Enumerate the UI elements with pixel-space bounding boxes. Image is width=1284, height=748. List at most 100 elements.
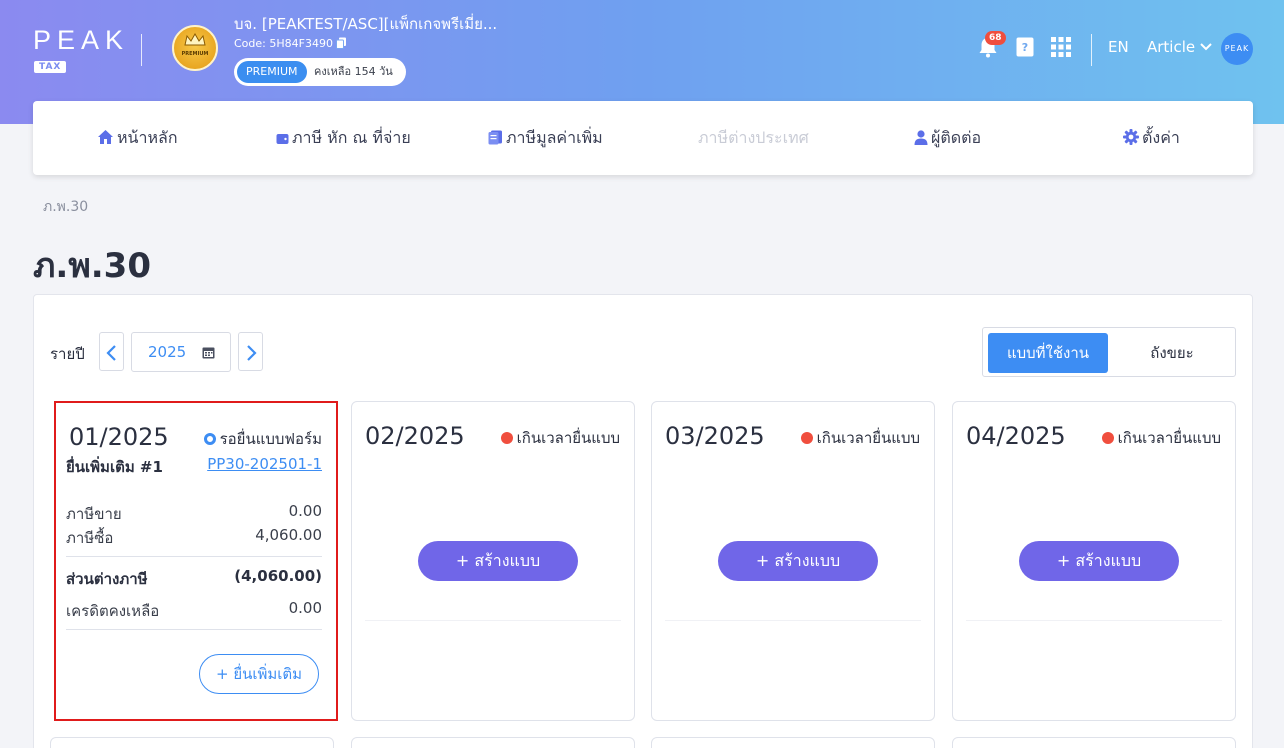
status-badge: รอยื่นแบบฟอร์ม bbox=[203, 427, 322, 451]
user-icon bbox=[914, 130, 928, 145]
row-value: 4,060.00 bbox=[255, 526, 322, 544]
plus-icon: + bbox=[1056, 551, 1076, 570]
home-icon bbox=[98, 130, 113, 144]
button-label: สร้างแบบ bbox=[474, 551, 541, 570]
card-subtitle: ยื่นเพิ่มเติม #1 bbox=[66, 458, 163, 476]
purchase-tax-row: ภาษีซื้อ 4,060.00 bbox=[66, 526, 322, 550]
row-label: ภาษีซื้อ bbox=[66, 529, 114, 547]
status-dot bbox=[203, 433, 216, 445]
nav-item-wht[interactable]: ภาษี หัก ณ ที่จ่าย bbox=[276, 101, 411, 175]
company-logo[interactable]: PREMIUM bbox=[172, 25, 218, 71]
nav-label: ภาษีมูลค่าเพิ่ม bbox=[506, 128, 603, 147]
copy-icon[interactable] bbox=[336, 37, 347, 49]
next-year-button[interactable] bbox=[238, 332, 263, 371]
month-card[interactable] bbox=[651, 737, 935, 748]
divider bbox=[365, 620, 621, 621]
create-form-button[interactable]: + สร้างแบบ bbox=[718, 541, 878, 581]
status-badge: เกินเวลายื่นแบบ bbox=[500, 426, 620, 450]
month-card[interactable]: 02/2025 เกินเวลายื่นแบบ + สร้างแบบ bbox=[351, 401, 635, 721]
status-badge: เกินเวลายื่นแบบ bbox=[1101, 426, 1221, 450]
month-card[interactable]: 01/2025 รอยื่นแบบฟอร์ม ยื่นเพิ่มเติม #1 … bbox=[54, 401, 338, 721]
peak-logo[interactable]: PEAK TAX bbox=[33, 26, 129, 73]
main-nav: หน้าหลัก ภาษี หัก ณ ที่จ่าย ภาษีมูลค่าเพ… bbox=[33, 101, 1253, 175]
card-month: 04/2025 bbox=[966, 422, 1066, 450]
nav-label: ภาษี หัก ณ ที่จ่าย bbox=[292, 128, 411, 147]
page-title: ภ.พ.30 bbox=[33, 246, 151, 286]
row-label: เครดิตคงเหลือ bbox=[66, 602, 160, 620]
notification-badge: 68 bbox=[985, 31, 1006, 45]
month-card[interactable]: 04/2025 เกินเวลายื่นแบบ + สร้างแบบ bbox=[952, 401, 1236, 721]
user-menu[interactable]: Article bbox=[1147, 38, 1195, 56]
button-label: สร้างแบบ bbox=[774, 551, 841, 570]
tab-trash[interactable]: ถังขยะ bbox=[1112, 333, 1232, 373]
divider bbox=[665, 620, 921, 621]
header-divider bbox=[141, 34, 142, 66]
row-value: (4,060.00) bbox=[234, 567, 322, 585]
card-month: 02/2025 bbox=[365, 422, 465, 450]
button-label: ยื่นเพิ่มเติม bbox=[233, 665, 303, 683]
month-card[interactable]: 03/2025 เกินเวลายื่นแบบ + สร้างแบบ bbox=[651, 401, 935, 721]
create-form-button[interactable]: + สร้างแบบ bbox=[1019, 541, 1179, 581]
status-dot bbox=[500, 432, 513, 444]
row-label: ส่วนต่างภาษี bbox=[66, 570, 148, 588]
avatar[interactable]: PEAK bbox=[1221, 33, 1253, 65]
nav-label: ตั้งค่า bbox=[1142, 128, 1180, 147]
sales-tax-row: ภาษีขาย 0.00 bbox=[66, 502, 322, 526]
year-value: 2025 bbox=[148, 343, 187, 361]
language-switch[interactable]: EN bbox=[1108, 38, 1129, 56]
plus-icon: + bbox=[455, 551, 475, 570]
card-month: 01/2025 bbox=[69, 423, 169, 451]
row-label: ภาษีขาย bbox=[66, 505, 122, 523]
breadcrumb[interactable]: ภ.พ.30 bbox=[43, 196, 88, 218]
nav-label: ผู้ติดต่อ bbox=[931, 128, 982, 147]
prev-year-button[interactable] bbox=[99, 332, 124, 371]
logo-tax-tag: TAX bbox=[34, 61, 67, 73]
apps-grid-icon[interactable] bbox=[1051, 37, 1071, 57]
tab-active-forms[interactable]: แบบที่ใช้งาน bbox=[988, 333, 1108, 373]
gear-icon bbox=[1123, 129, 1139, 145]
document-link[interactable]: PP30-202501-1 bbox=[207, 455, 322, 473]
document-icon bbox=[488, 130, 502, 145]
help-book-icon[interactable]: ? bbox=[1016, 37, 1034, 57]
status-text: เกินเวลายื่นแบบ bbox=[1117, 429, 1221, 447]
divider bbox=[66, 556, 322, 557]
status-dot bbox=[800, 432, 813, 444]
row-value: 0.00 bbox=[288, 599, 322, 617]
month-card[interactable] bbox=[952, 737, 1236, 748]
nav-item-vat[interactable]: ภาษีมูลค่าเพิ่ม bbox=[488, 101, 603, 175]
chevron-left-icon bbox=[106, 345, 116, 361]
status-text: เกินเวลายื่นแบบ bbox=[816, 429, 920, 447]
svg-text:?: ? bbox=[1022, 41, 1028, 54]
period-label: รายปี bbox=[50, 345, 85, 363]
plus-icon: + bbox=[755, 551, 775, 570]
plan-badge: PREMIUM bbox=[237, 61, 307, 83]
month-card[interactable] bbox=[50, 737, 334, 748]
status-text: เกินเวลายื่นแบบ bbox=[516, 429, 620, 447]
nav-item-settings[interactable]: ตั้งค่า bbox=[1123, 101, 1180, 175]
company-code: Code: 5H84F3490 bbox=[234, 37, 333, 50]
create-form-button[interactable]: + สร้างแบบ bbox=[418, 541, 578, 581]
status-badge: เกินเวลายื่นแบบ bbox=[800, 426, 920, 450]
divider bbox=[966, 620, 1222, 621]
chevron-down-icon[interactable] bbox=[1200, 43, 1212, 51]
status-text: รอยื่นแบบฟอร์ม bbox=[219, 430, 322, 448]
month-card[interactable] bbox=[351, 737, 635, 748]
row-value: 0.00 bbox=[288, 502, 322, 520]
credit-row: เครดิตคงเหลือ 0.00 bbox=[66, 599, 322, 623]
crown-icon bbox=[184, 33, 206, 46]
file-additional-button[interactable]: + ยื่นเพิ่มเติม bbox=[199, 654, 319, 694]
tax-diff-row: ส่วนต่างภาษี (4,060.00) bbox=[66, 567, 322, 591]
plan-remaining: คงเหลือ 154 วัน bbox=[314, 65, 393, 78]
view-toggle: แบบที่ใช้งาน ถังขยะ bbox=[982, 327, 1236, 377]
divider bbox=[66, 629, 322, 630]
nav-item-home[interactable]: หน้าหลัก bbox=[97, 101, 178, 175]
chevron-right-icon bbox=[247, 345, 257, 361]
company-name[interactable]: บจ. [PEAKTEST/ASC][แพ็กเกจพรีเมี่ย... bbox=[234, 12, 497, 36]
wallet-icon bbox=[276, 134, 289, 144]
nav-item-contacts[interactable]: ผู้ติดต่อ bbox=[914, 101, 981, 175]
calendar-icon bbox=[202, 347, 215, 359]
year-picker[interactable]: 2025 bbox=[131, 332, 231, 372]
card-month: 03/2025 bbox=[665, 422, 765, 450]
plan-pill[interactable]: PREMIUM คงเหลือ 154 วัน bbox=[234, 58, 406, 86]
status-dot bbox=[1101, 432, 1114, 444]
